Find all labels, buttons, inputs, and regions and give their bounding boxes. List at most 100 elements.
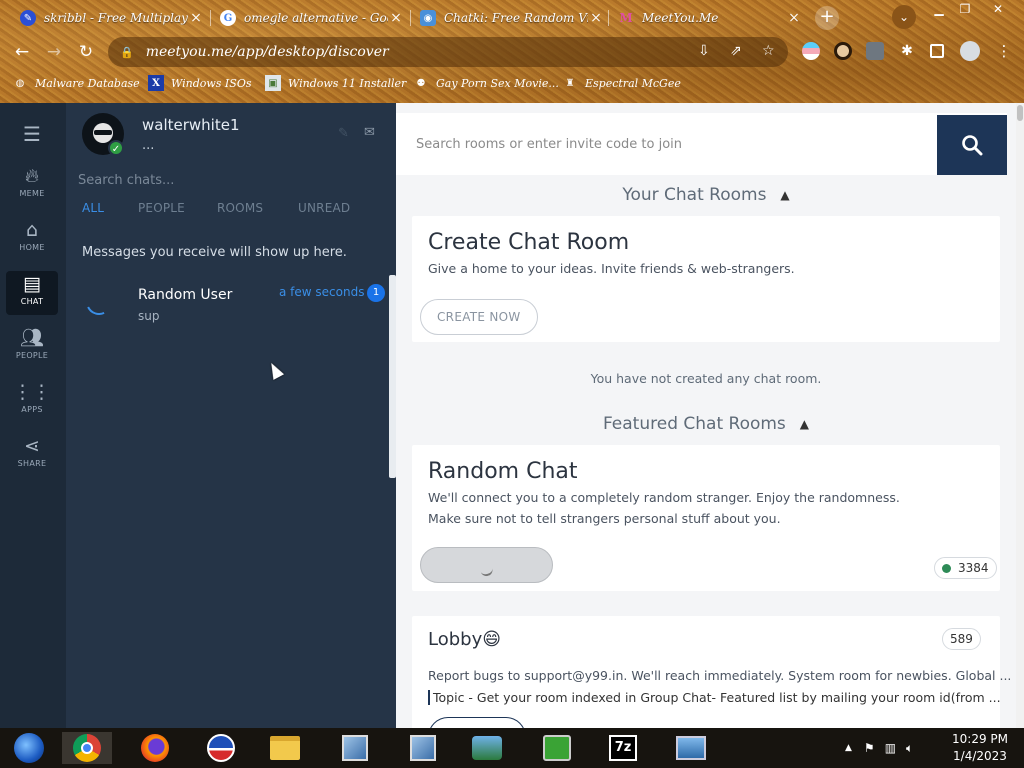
clock-date: 1/4/2023 [953, 749, 1007, 763]
join-lobby-button[interactable] [428, 717, 526, 728]
chat-list-item[interactable]: Random User sup a few seconds 1 [66, 275, 388, 331]
user-status[interactable]: ... [142, 138, 154, 153]
chat-time: a few seconds [279, 285, 365, 299]
forward-button[interactable]: → [42, 40, 66, 64]
restore-button[interactable]: ❐ [950, 0, 980, 18]
hamburger-menu-button[interactable]: ☰ [6, 121, 58, 146]
install-icon[interactable]: ⇩ [698, 43, 710, 59]
member-count: 589 [942, 628, 981, 650]
new-tab-button[interactable]: + [815, 6, 839, 30]
start-random-chat-button[interactable] [420, 547, 553, 583]
rail-label: SHARE [17, 459, 47, 468]
card-title: Lobby😄 [428, 629, 501, 650]
tab-chatki[interactable]: ◉ Chatki: Free Random Video × [412, 4, 612, 32]
close-icon[interactable]: × [188, 10, 204, 26]
back-button[interactable]: ← [10, 40, 34, 64]
image-icon: ▣ [265, 75, 281, 91]
card-title: Create Chat Room [428, 230, 630, 255]
filter-tab-all[interactable]: ALL [82, 201, 104, 215]
taskbar-media-app[interactable] [196, 732, 246, 764]
taskbar-installer-2[interactable] [398, 732, 448, 764]
taskbar-network-app[interactable] [462, 732, 512, 764]
rail-item-chat[interactable]: ▤ CHAT [6, 271, 58, 315]
puzzle-icon[interactable]: ✱ [898, 42, 916, 60]
room-search-bar [396, 113, 1007, 175]
meetyou-app: ☰ 🔥︎ MEME ⌂ HOME ▤ CHAT 👥︎ PEOPLE ⋮⋮ APP… [0, 103, 1024, 728]
close-icon[interactable]: × [588, 10, 604, 26]
network-status-icon[interactable]: ▥ [885, 741, 896, 755]
start-button[interactable] [4, 732, 54, 764]
room-search-input[interactable] [416, 133, 916, 155]
username: walterwhite1 [142, 116, 240, 134]
taskbar-disk-app[interactable] [532, 732, 582, 764]
reload-button[interactable]: ↻ [74, 40, 98, 64]
menu-dots-icon[interactable]: ⋮ [995, 42, 1013, 60]
chat-list-scrollbar[interactable] [389, 275, 396, 478]
filter-tab-unread[interactable]: UNREAD [298, 201, 350, 215]
featured-rooms-heading[interactable]: Featured Chat Rooms ▲ [396, 414, 1016, 434]
extension-avatar-icon[interactable] [834, 42, 852, 60]
x-logo-icon: X [148, 75, 164, 91]
address-bar[interactable]: 🔒 meetyou.me/app/desktop/discover ⇩ ⇗ ☆ [108, 37, 788, 67]
avatar-band [94, 130, 112, 135]
bookmark-label: Windows 11 Installer [288, 76, 407, 90]
side-panel-icon[interactable] [930, 44, 944, 58]
rail-item-home[interactable]: ⌂ HOME [6, 217, 58, 261]
taskbar-installer-1[interactable] [330, 732, 380, 764]
bookmark-espectral-mcgee[interactable]: ♜ Espectral McGee [562, 75, 681, 91]
close-window-button[interactable]: ✕ [983, 0, 1013, 18]
lobby-card[interactable]: Lobby😄 589 Report bugs to support@y99.in… [412, 616, 1011, 728]
card-title: Random Chat [428, 459, 578, 484]
chat-search-input[interactable] [78, 169, 378, 191]
online-check-icon: ✓ [108, 140, 124, 156]
taskbar-file-explorer[interactable] [260, 732, 310, 764]
taskbar-7zip[interactable]: 7z [598, 732, 648, 764]
globe-icon: ◍ [15, 77, 25, 89]
compose-message-icon[interactable]: ✉ [364, 125, 375, 140]
pencil-icon: ✎ [20, 10, 36, 26]
volume-icon[interactable]: 🔈︎ [906, 741, 913, 756]
bookmark-malware-database[interactable]: ◍ Malware Database [12, 75, 140, 91]
profile-icon[interactable] [960, 41, 980, 61]
card-description: Report bugs to support@y99.in. We'll rea… [428, 668, 1012, 683]
close-icon[interactable]: × [786, 10, 802, 26]
taskbar-chrome[interactable] [62, 732, 112, 764]
edit-icon[interactable]: ✎ [338, 126, 349, 141]
browser-chrome: ✎ skribbl - Free Multiplayer × G omegle … [0, 0, 1024, 103]
filter-tab-people[interactable]: PEOPLE [138, 201, 185, 215]
share-icon[interactable]: ⇗ [730, 43, 742, 59]
page-scrollbar[interactable] [1016, 103, 1024, 728]
tab-meetyou[interactable]: M MeetYou.Me × [610, 4, 810, 32]
create-now-button[interactable]: CREATE NOW [420, 299, 538, 335]
rail-item-apps[interactable]: ⋮⋮ APPS [6, 379, 58, 423]
rail-item-people[interactable]: 👥︎ PEOPLE [6, 325, 58, 369]
extension-flag-icon[interactable] [802, 42, 820, 60]
taskbar-photo-viewer[interactable] [666, 732, 716, 764]
extension-cloud-icon[interactable] [866, 42, 884, 60]
bookmark-windows-11-installer[interactable]: ▣ Windows 11 Installer [265, 75, 406, 91]
rail-item-meme[interactable]: 🔥︎ MEME [6, 163, 58, 207]
scrollbar-thumb[interactable] [1017, 105, 1023, 121]
flag-icon[interactable]: ⚑ [864, 741, 875, 755]
apps-icon: ⋮⋮ [13, 381, 51, 403]
rail-label: MEME [19, 189, 45, 198]
tab-separator [608, 10, 609, 26]
tab-search-button[interactable]: ⌄ [892, 5, 916, 29]
bookmark-windows-isos[interactable]: X Windows ISOs [148, 75, 251, 91]
bookmark-gay-porn[interactable]: ⚉ Gay Porn Sex Movie... [413, 75, 559, 91]
character-icon: ♜ [565, 77, 575, 89]
chevron-up-icon[interactable]: ▲ [845, 743, 852, 753]
avatar[interactable]: ✓ [82, 113, 124, 156]
rail-item-share[interactable]: ⋖ SHARE [6, 433, 58, 477]
mouse-cursor-icon [265, 360, 285, 380]
taskbar-clock[interactable]: 10:29 PM 1/4/2023 [940, 731, 1020, 765]
tab-google-search[interactable]: G omegle alternative - Goog × [212, 4, 412, 32]
close-icon[interactable]: × [388, 10, 404, 26]
tab-skribbl[interactable]: ✎ skribbl - Free Multiplayer × [12, 4, 212, 32]
nav-rail: ☰ 🔥︎ MEME ⌂ HOME ▤ CHAT 👥︎ PEOPLE ⋮⋮ APP… [0, 103, 66, 728]
search-button[interactable] [937, 115, 1007, 175]
your-rooms-heading[interactable]: Your Chat Rooms ▲ [396, 185, 1016, 205]
star-icon[interactable]: ☆ [762, 43, 775, 59]
filter-tab-rooms[interactable]: ROOMS [217, 201, 263, 215]
taskbar-firefox[interactable] [130, 732, 180, 764]
